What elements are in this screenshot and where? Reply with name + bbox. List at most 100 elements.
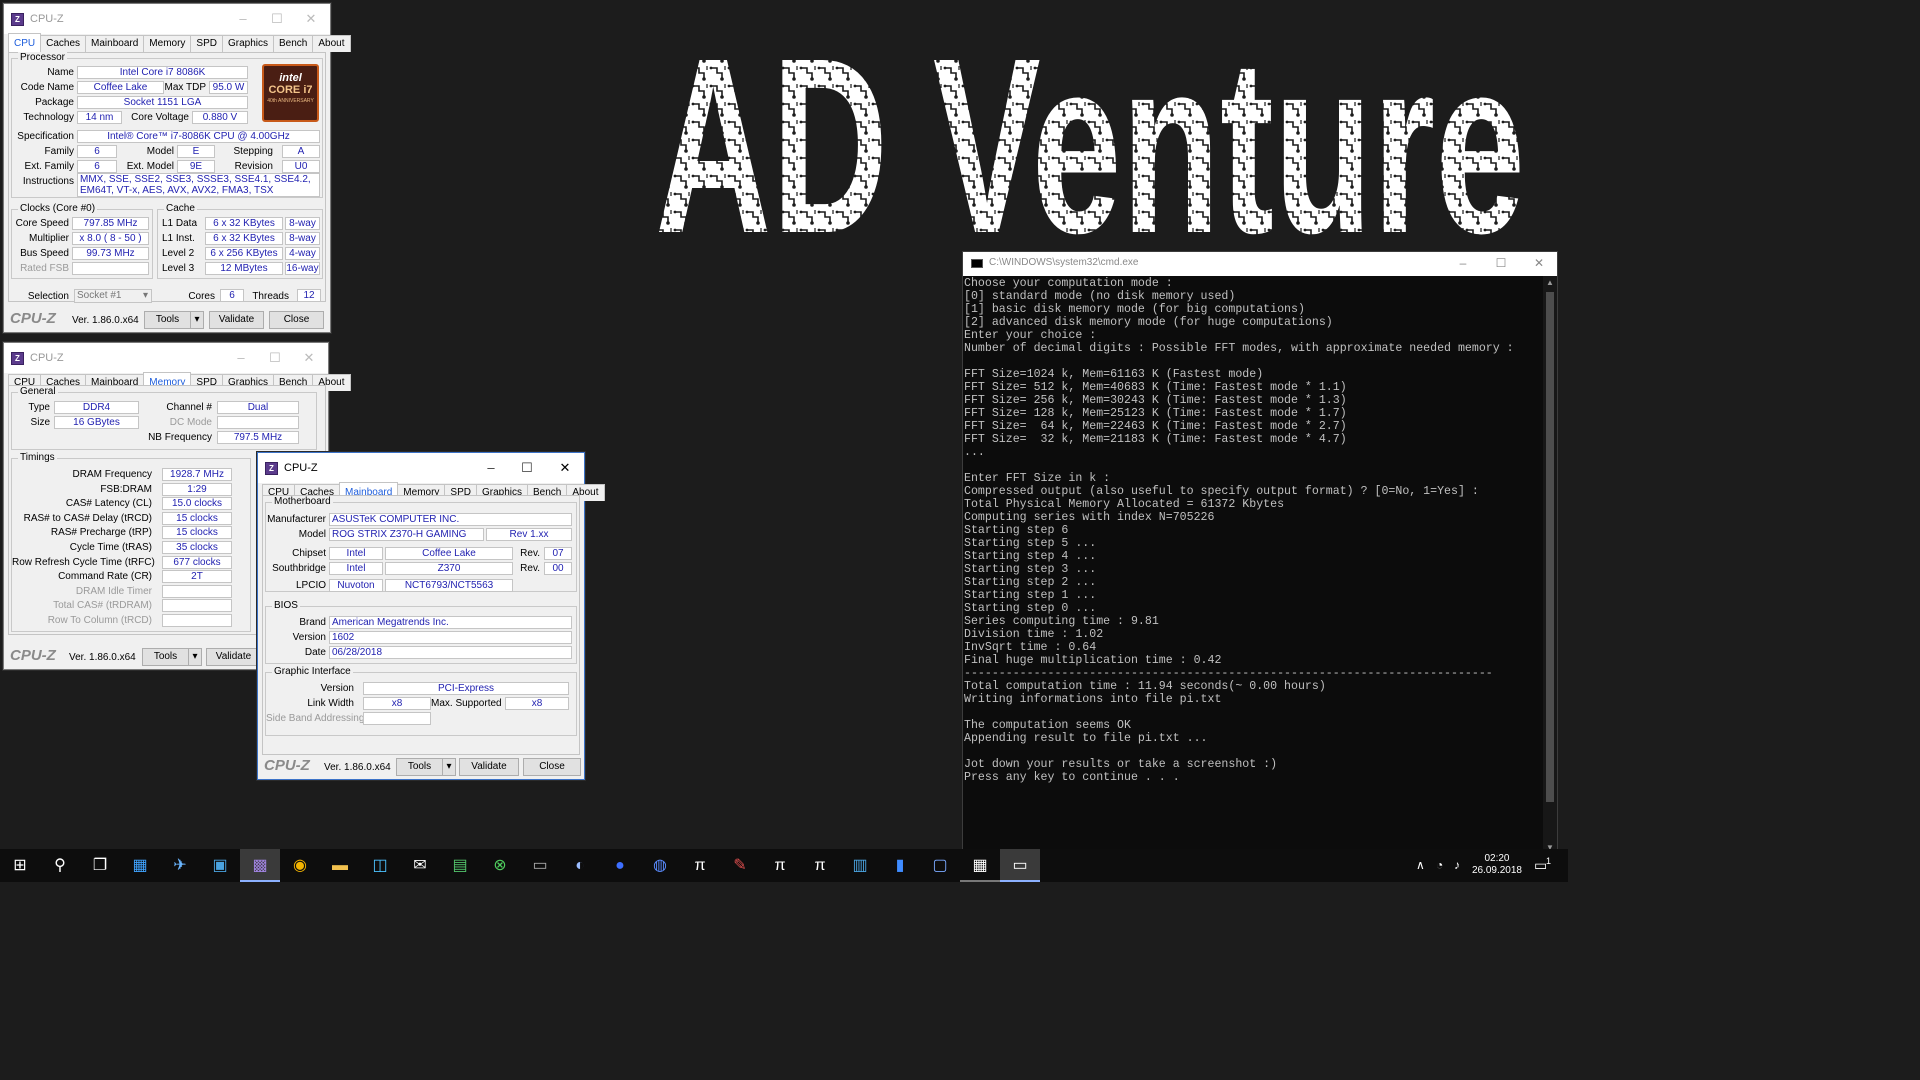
maximize-icon[interactable]: ☐ bbox=[1483, 252, 1519, 276]
tab-mainboard[interactable]: Mainboard bbox=[85, 35, 145, 52]
title-bar[interactable]: Z CPU-Z – ☐ ✕ bbox=[258, 453, 584, 483]
size-label: Size bbox=[30, 417, 50, 428]
mail-icon[interactable]: ✉ bbox=[400, 849, 440, 882]
close-button[interactable]: Close bbox=[269, 311, 324, 329]
tab-spd[interactable]: SPD bbox=[190, 35, 223, 52]
volume-icon[interactable]: ♪ bbox=[1454, 849, 1460, 882]
minimize-icon[interactable]: – bbox=[224, 343, 258, 373]
tab-cpu[interactable]: CPU bbox=[8, 33, 42, 52]
tools-button[interactable]: Tools bbox=[396, 758, 443, 776]
tray-expand-icon[interactable]: ∧ bbox=[1416, 849, 1425, 882]
bird-app-icon[interactable]: ✈ bbox=[160, 849, 200, 882]
threads-value: 12 bbox=[297, 289, 321, 302]
terminal-app-icon[interactable]: ▭ bbox=[520, 849, 560, 882]
tab-bench[interactable]: Bench bbox=[273, 35, 314, 52]
pi-icon-label: π bbox=[694, 857, 706, 874]
file-explorer-icon[interactable]: ▬ bbox=[320, 849, 360, 882]
corevoltage-label: Core Voltage bbox=[131, 112, 189, 123]
cpuz-window-mainboard[interactable]: Z CPU-Z – ☐ ✕ CPU Caches Mainboard Memory SP… bbox=[257, 452, 605, 780]
maximize-icon[interactable]: ☐ bbox=[510, 453, 544, 483]
tab-caches[interactable]: Caches bbox=[40, 35, 87, 52]
chart-app-icon[interactable]: ▮ bbox=[880, 849, 920, 882]
cmd-scrollbar[interactable]: ▲ ▼ bbox=[1543, 276, 1557, 854]
cmd-title-bar[interactable]: C:\WINDOWS\system32\cmd.exe – ☐ ✕ bbox=[963, 252, 1557, 276]
validate-button[interactable]: Validate bbox=[206, 648, 261, 666]
monitor-app-icon[interactable]: ▣ bbox=[200, 849, 240, 882]
bios-group-label: BIOS bbox=[272, 600, 300, 612]
tab-strip: CPU Caches Mainboard Memory SPD Graphics Bench… bbox=[8, 33, 351, 52]
maximize-icon[interactable]: ☐ bbox=[260, 4, 294, 34]
minimize-icon[interactable]: – bbox=[474, 453, 508, 483]
cpuz-app-icon: Z bbox=[11, 351, 24, 365]
l1-data-way: 8-way bbox=[285, 217, 320, 230]
minimize-icon[interactable]: – bbox=[1445, 252, 1481, 276]
cmd-window[interactable]: C:\WINDOWS\system32\cmd.exe – ☐ ✕ Choose… bbox=[962, 251, 1558, 855]
stepping-label: Stepping bbox=[233, 146, 273, 157]
cpuz-taskbar-icon[interactable]: ▩ bbox=[240, 849, 280, 882]
search-icon[interactable]: ⚲ bbox=[40, 849, 80, 882]
validate-button[interactable]: Validate bbox=[459, 758, 519, 776]
model-value: E bbox=[177, 145, 215, 158]
task-view-icon[interactable]: ❐ bbox=[80, 849, 120, 882]
cpuz-window-cpu[interactable]: Z CPU-Z – ☐ ✕ CPU Caches Mainboard Memory SP… bbox=[3, 3, 351, 333]
close-icon[interactable]: ✕ bbox=[548, 453, 582, 483]
tools-button[interactable]: Tools bbox=[142, 648, 189, 666]
calculator-icon[interactable]: ▦ bbox=[960, 849, 1000, 882]
close-icon[interactable]: ✕ bbox=[294, 4, 328, 34]
model-value: ROG STRIX Z370-H GAMING bbox=[329, 528, 484, 541]
tab-memory[interactable]: Memory bbox=[143, 35, 192, 52]
clock[interactable]: 02:20 26.09.2018 bbox=[1472, 853, 1522, 877]
minimize-icon[interactable]: – bbox=[226, 4, 260, 34]
tools-dropdown-button[interactable]: ▾ bbox=[442, 758, 456, 776]
validate-button[interactable]: Validate bbox=[209, 311, 264, 329]
xbox-icon[interactable]: ⊗ bbox=[480, 849, 520, 882]
chrome-icon[interactable]: ◉ bbox=[280, 849, 320, 882]
intel-core-i7-logo: intel CORE i7 40th ANNIVERSARY bbox=[262, 64, 319, 122]
close-button[interactable]: Close bbox=[523, 758, 581, 776]
maximize-icon[interactable]: ☐ bbox=[258, 343, 292, 373]
timings-group-label: Timings bbox=[18, 452, 57, 464]
globe-app-icon[interactable]: ◐ bbox=[560, 849, 600, 882]
tools-button[interactable]: Tools bbox=[144, 311, 191, 329]
timing-value: 2T bbox=[162, 570, 232, 584]
pi-app-icon-3[interactable]: π bbox=[800, 849, 840, 882]
socket-select[interactable]: Socket #1 ▾ bbox=[74, 289, 152, 303]
store-icon[interactable]: ◫ bbox=[360, 849, 400, 882]
timing-label: Cycle Time (tRAS) bbox=[69, 542, 152, 553]
close-icon[interactable]: ✕ bbox=[1521, 252, 1557, 276]
user-app-icon[interactable]: ▢ bbox=[920, 849, 960, 882]
calculator-app-icon[interactable]: ▦ bbox=[120, 849, 160, 882]
chipset-rev-value: 07 bbox=[544, 547, 572, 560]
cmd-output[interactable]: Choose your computation mode : [0] stand… bbox=[964, 277, 1514, 784]
start-windows-icon[interactable]: ⊞ bbox=[0, 849, 40, 882]
tab-about[interactable]: About bbox=[312, 35, 351, 52]
bottom-bar: CPU-Z Ver. 1.86.0.x64 Tools ▾ Validate C… bbox=[258, 755, 584, 779]
cmd-taskbar-icon[interactable]: ▭ bbox=[1000, 849, 1040, 882]
sphere-app-icon[interactable]: ● bbox=[600, 849, 640, 882]
bench-app-icon[interactable]: ▥ bbox=[840, 849, 880, 882]
cores-label: Cores bbox=[188, 291, 215, 302]
scroll-thumb[interactable] bbox=[1546, 292, 1554, 802]
scroll-up-icon[interactable]: ▲ bbox=[1546, 278, 1554, 287]
ad-venture-logo: AD Venture bbox=[655, 30, 1535, 245]
corespeed-value: 797.85 MHz bbox=[72, 217, 149, 230]
tools-dropdown-button[interactable]: ▾ bbox=[190, 311, 204, 329]
extmodel-value: 9E bbox=[177, 160, 215, 173]
network-icon[interactable]: ◔ bbox=[1436, 849, 1443, 882]
title-bar[interactable]: Z CPU-Z – ☐ ✕ bbox=[4, 4, 330, 34]
window-title: CPU-Z bbox=[284, 462, 318, 474]
general-group-label: General bbox=[18, 386, 58, 398]
pi-app-icon-2[interactable]: π bbox=[760, 849, 800, 882]
orb-app-icon[interactable]: ◍ bbox=[640, 849, 680, 882]
tab-graphics[interactable]: Graphics bbox=[221, 35, 274, 52]
gpu-tool-icon[interactable]: ▤ bbox=[440, 849, 480, 882]
busspeed-label: Bus Speed bbox=[20, 248, 69, 259]
title-bar[interactable]: Z CPU-Z – ☐ ✕ bbox=[4, 343, 328, 373]
sideband-value bbox=[363, 712, 431, 725]
tools-dropdown-button[interactable]: ▾ bbox=[188, 648, 202, 666]
southbridge-label: Southbridge bbox=[272, 563, 326, 574]
close-icon[interactable]: ✕ bbox=[292, 343, 326, 373]
pi-app-icon[interactable]: π bbox=[680, 849, 720, 882]
gi-version-label: Version bbox=[320, 683, 354, 694]
pen-app-icon[interactable]: ✎ bbox=[720, 849, 760, 882]
